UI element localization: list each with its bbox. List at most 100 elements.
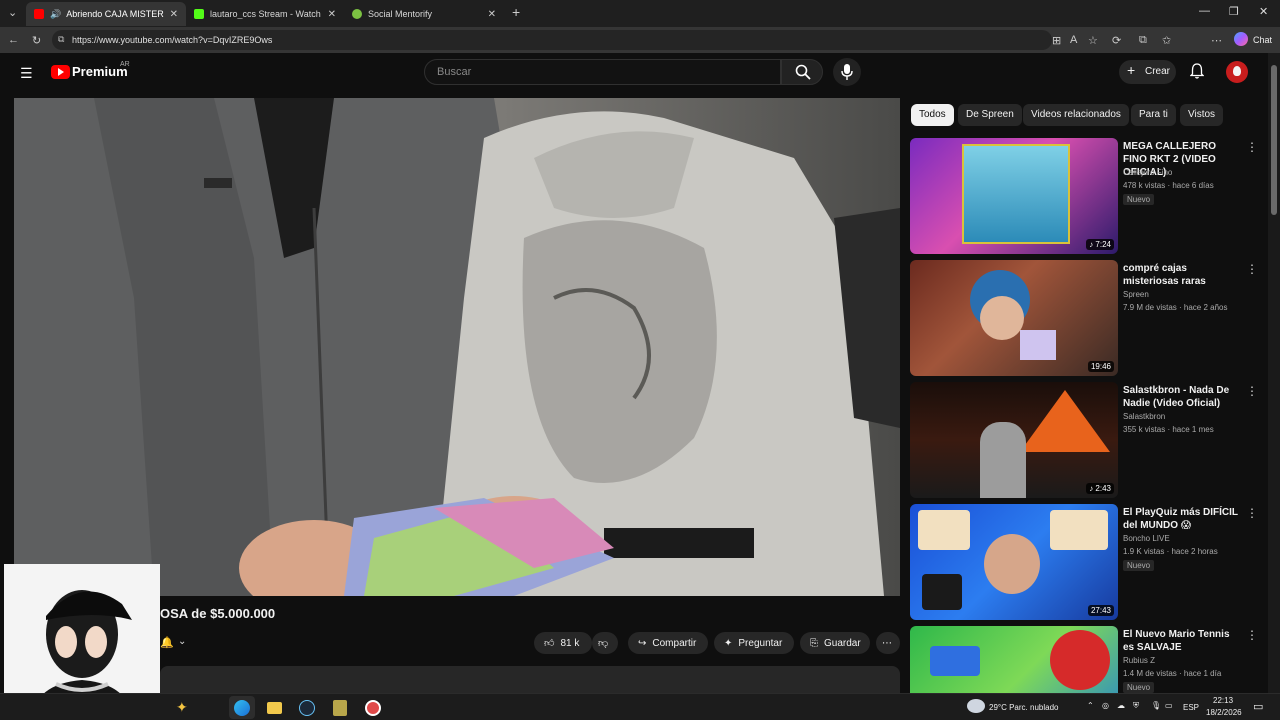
show-hidden-icons-chevron-icon[interactable]: ⌃ (1087, 701, 1094, 710)
recommendation-item[interactable]: ♪ 2:43 Salastkbron - Nada De Nadie (Vide… (910, 382, 1260, 500)
video-thumbnail[interactable]: 27:43 (910, 504, 1118, 620)
dislike-button[interactable]: 👎︎ (592, 632, 618, 654)
address-toolbar: ← ↻ ⧉ https://www.youtube.com/watch?v=Dq… (0, 27, 1280, 73)
video-title[interactable]: compré cajas misteriosas raras (1123, 262, 1241, 288)
chevron-down-icon[interactable]: ⌄ (178, 636, 186, 647)
chip-videos-relacionados[interactable]: Videos relacionados (1023, 104, 1129, 126)
more-vertical-icon[interactable]: ⋮ (1246, 384, 1258, 398)
edge-icon[interactable] (234, 700, 250, 716)
ask-button[interactable]: ✦ Preguntar (714, 632, 794, 654)
youtube-logo-icon[interactable] (51, 65, 70, 79)
recording-app-icon[interactable] (365, 700, 381, 716)
input-language[interactable]: ESP (1183, 703, 1199, 712)
recommendation-item[interactable]: ♪ 7:24 MEGA CALLEJERO FINO RKT 2 (VIDEO … (910, 138, 1260, 256)
search-icon (795, 64, 811, 80)
url-bar[interactable]: ⧉ https://www.youtube.com/watch?v=DqvIZR… (52, 30, 1052, 50)
video-meta: 1.9 K vistas · hace 2 horas (1123, 547, 1218, 556)
new-tab-icon[interactable]: + (512, 4, 520, 20)
video-thumbnail[interactable]: ♪ 7:24 (910, 138, 1118, 254)
scrollbar-thumb[interactable] (1271, 65, 1277, 215)
close-tab-icon[interactable]: ✕ (170, 9, 178, 20)
video-thumbnail[interactable]: ♪ 2:43 (910, 382, 1118, 498)
page-scrollbar[interactable] (1268, 53, 1280, 693)
more-vertical-icon[interactable]: ⋮ (1246, 140, 1258, 154)
refresh-icon[interactable]: ↻ (32, 34, 41, 47)
file-explorer-icon[interactable] (267, 702, 282, 714)
video-duration: ♪ 2:43 (1086, 483, 1114, 494)
search-button[interactable] (781, 59, 823, 85)
extension-icon[interactable]: ⟳ (1112, 34, 1121, 47)
search-input[interactable]: Buscar (424, 59, 781, 85)
create-button[interactable]: + Crear (1119, 60, 1176, 84)
steam-icon[interactable] (299, 700, 315, 716)
user-avatar[interactable] (1226, 61, 1248, 83)
video-title[interactable]: El PlayQuiz más DIFÍCIL del MUNDO 😱 (1123, 506, 1241, 532)
notifications-icon[interactable]: ▭ (1253, 700, 1263, 713)
video-frame (14, 98, 900, 596)
voice-search-button[interactable] (833, 58, 861, 86)
favorites-icon[interactable]: ✩ (1162, 34, 1171, 47)
back-icon[interactable]: ← (8, 34, 19, 46)
channel-name[interactable]: Boncho LIVE (1123, 534, 1170, 543)
chip-para-ti[interactable]: Para ti (1131, 104, 1176, 126)
close-tab-icon[interactable]: ✕ (488, 9, 496, 20)
share-button[interactable]: ↪ Compartir (628, 632, 708, 654)
weather-icon (967, 699, 985, 713)
shield-icon[interactable]: ⛨ (1133, 701, 1139, 711)
channel-name[interactable]: Callejero Fino (1123, 168, 1172, 177)
mentorify-favicon-icon (352, 9, 362, 19)
split-screen-icon[interactable]: ⧉ (1139, 34, 1147, 47)
app-icon[interactable] (333, 700, 347, 716)
save-button[interactable]: ⎘ Guardar (800, 632, 870, 654)
read-aloud-icon[interactable]: A (1070, 34, 1077, 46)
channel-name[interactable]: Rubius Z (1123, 656, 1155, 665)
copilot-sparkle-icon[interactable]: ✦ (176, 699, 188, 716)
chip-todos[interactable]: Todos (911, 104, 954, 126)
more-options-icon[interactable]: ⋯ (1211, 34, 1222, 47)
tab-social-mentorify[interactable]: Social Mentorify ✕ (344, 2, 504, 26)
recommendation-item[interactable]: 19:46 compré cajas misteriosas raras Spr… (910, 260, 1260, 378)
recommendation-item[interactable]: 27:43 El PlayQuiz más DIFÍCIL del MUNDO … (910, 504, 1260, 622)
chip-vistos[interactable]: Vistos (1180, 104, 1224, 126)
more-vertical-icon[interactable]: ⋮ (1246, 262, 1258, 276)
recommendation-item[interactable]: El Nuevo Mario Tennis es SALVAJE Rubius … (910, 626, 1260, 693)
video-player[interactable] (14, 98, 900, 596)
clock-date[interactable]: 18/2/2026 (1206, 708, 1242, 717)
close-window-icon[interactable]: ✕ (1259, 5, 1268, 18)
video-title[interactable]: Salastkbron - Nada De Nadie (Video Ofici… (1123, 384, 1241, 410)
tray-app-icon[interactable]: ◎ (1102, 701, 1109, 710)
bell-subscribe-icon[interactable]: 🔔 (160, 636, 174, 649)
close-tab-icon[interactable]: ✕ (328, 9, 336, 20)
chat-button[interactable]: Chat (1253, 35, 1272, 45)
channel-name[interactable]: Salastkbron (1123, 412, 1165, 421)
favorite-star-icon[interactable]: ☆ (1088, 34, 1098, 47)
site-info-icon[interactable]: ⧉ (58, 34, 64, 45)
video-thumbnail[interactable]: 19:46 (910, 260, 1118, 376)
minimize-icon[interactable]: — (1199, 5, 1210, 17)
description-box[interactable] (160, 666, 900, 693)
video-title: OSA de $5.000.000 (160, 606, 276, 621)
video-thumbnail[interactable] (910, 626, 1118, 693)
weather-text[interactable]: 29°C Parc. nublado (989, 703, 1058, 712)
clock-time[interactable]: 22:13 (1213, 696, 1233, 705)
video-title[interactable]: El Nuevo Mario Tennis es SALVAJE (1123, 628, 1241, 654)
more-actions-button[interactable]: ⋯ (876, 632, 900, 654)
restore-icon[interactable]: ❐ (1229, 5, 1239, 18)
more-vertical-icon[interactable]: ⋮ (1246, 506, 1258, 520)
share-arrow-icon: ↪ (638, 637, 647, 649)
microphone-tray-icon[interactable]: 🎙︎ (1151, 701, 1161, 710)
app-available-icon[interactable]: ⊞ (1052, 34, 1061, 47)
network-icon[interactable]: ▭ (1165, 701, 1173, 710)
like-button[interactable]: 👍︎ 81 k (534, 632, 592, 654)
speaker-icon: 🔊 (50, 8, 62, 19)
notifications-bell-icon[interactable] (1189, 63, 1205, 82)
tab-list-chevron-icon[interactable]: ⌄ (8, 6, 17, 19)
tab-youtube[interactable]: 🔊 Abriendo CAJA MISTERIOSA d ✕ (26, 2, 186, 26)
chip-de-spreen[interactable]: De Spreen (958, 104, 1022, 126)
more-vertical-icon[interactable]: ⋮ (1246, 628, 1258, 642)
cloud-icon[interactable]: ☁ (1117, 701, 1125, 710)
menu-hamburger-icon[interactable]: ☰ (20, 65, 33, 82)
channel-name[interactable]: Spreen (1123, 290, 1149, 299)
tab-kick[interactable]: lautaro_ccs Stream - Watch Live o ✕ (186, 2, 344, 26)
copilot-icon[interactable] (1234, 32, 1248, 46)
